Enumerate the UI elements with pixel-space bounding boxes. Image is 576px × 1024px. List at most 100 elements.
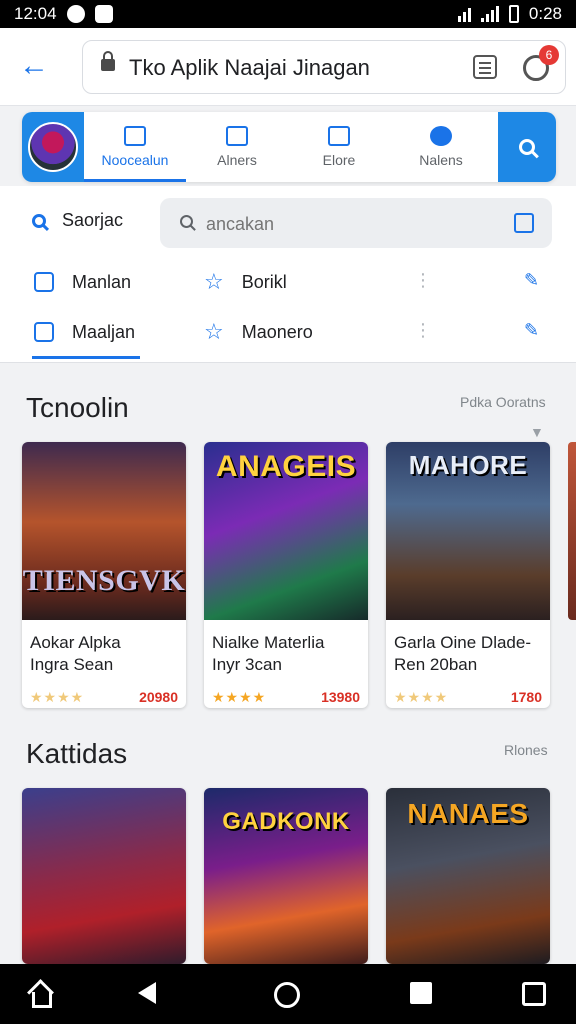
price: 13980: [321, 689, 360, 705]
game-name: Nialke Materlia Inyr 3can: [212, 633, 325, 674]
tab-3[interactable]: Nalens: [390, 112, 492, 182]
status-time: 12:04: [14, 4, 57, 23]
notification-badge: 6: [539, 45, 559, 65]
game-card[interactable]: [22, 788, 186, 964]
tab-0[interactable]: Noocealun: [84, 112, 186, 182]
pen-icon[interactable]: ✎: [524, 320, 539, 341]
checkbox-icon: [34, 322, 54, 342]
tab-label: Alners: [217, 152, 257, 168]
status-bar: 12:04 0:28: [0, 0, 576, 28]
filter-row: Manlan ☆ Borikl ⋮ ✎: [0, 262, 576, 302]
checkbox-icon: [34, 272, 54, 292]
category-nav: Noocealun Alners Elore Nalens: [22, 112, 556, 182]
image-icon: [328, 126, 350, 146]
rating-stars: ★★★★: [30, 688, 85, 705]
home-circle-icon[interactable]: [274, 982, 300, 1008]
game-card[interactable]: NANAES: [386, 788, 550, 964]
filter-label: Manlan: [72, 271, 132, 292]
filter-option[interactable]: Maaljan: [34, 312, 135, 352]
filter-label: Maonero: [241, 321, 313, 342]
game-cover-image: MAHORE: [386, 442, 550, 620]
filter-option[interactable]: ☆ Maonero: [204, 312, 313, 352]
cover-title: GADKONK: [222, 808, 350, 835]
search-input[interactable]: [204, 210, 498, 238]
more-icon[interactable]: ⋮: [414, 270, 432, 291]
active-tab-indicator: [84, 179, 186, 182]
edit-icon[interactable]: [514, 213, 534, 233]
game-cover-image: TIENSGVK: [22, 442, 186, 620]
battery-icon: [508, 5, 519, 23]
tab-label: Nalens: [419, 152, 463, 168]
recents-icon[interactable]: [410, 982, 432, 1004]
search-icon: [32, 213, 46, 228]
top-bar: ← Tko Aplik Naajai Jinagan 6: [0, 28, 576, 106]
pen-icon[interactable]: ✎: [524, 270, 539, 291]
filter-row: Maaljan ☆ Maonero ⋮ ✎: [0, 312, 576, 352]
star-icon: ☆: [204, 269, 224, 294]
search-field[interactable]: [160, 198, 552, 248]
cover-title: NANAES: [407, 798, 529, 829]
signal-icon: [480, 6, 499, 22]
game-cover-image: NANAES: [386, 788, 550, 964]
section-title: Tcnoolin: [26, 392, 129, 423]
card-footer: ★★★★ 20980: [22, 680, 186, 708]
search-icon: [180, 215, 193, 228]
game-name: Aokar Alpka Ingra Sean: [30, 633, 121, 674]
url-text: Tko Aplik Naajai Jinagan: [129, 55, 370, 80]
more-icon[interactable]: ⋮: [414, 320, 432, 341]
home-icon[interactable]: [28, 982, 56, 1010]
avatar[interactable]: [22, 112, 84, 182]
tab-1[interactable]: Alners: [186, 112, 288, 182]
search-label-row: Saorjac: [32, 210, 123, 231]
notification-icon: [66, 5, 85, 23]
cover-title: MAHORE: [408, 450, 528, 480]
filter-option[interactable]: ☆ Borikl: [204, 262, 287, 302]
screenshot-icon[interactable]: [522, 982, 546, 1006]
tab-label: Elore: [322, 152, 356, 168]
game-cover-image: ANAGEIS: [204, 442, 368, 620]
profile-icon: [430, 126, 452, 146]
price: 20980: [139, 689, 178, 705]
search-icon: [519, 139, 535, 155]
photo-icon: [94, 5, 113, 23]
filter-panel: Saorjac Manlan ☆ Borikl ⋮ ✎ Maaljan ☆ Ma…: [0, 186, 576, 363]
filter-option[interactable]: Manlan: [34, 262, 131, 302]
active-filter-indicator: [32, 356, 140, 359]
game-avatar-icon: [28, 122, 78, 172]
status-clock: 0:28: [528, 4, 562, 23]
store-icon: [124, 126, 146, 146]
game-card[interactable]: GADKONK: [204, 788, 368, 964]
search-button[interactable]: [498, 112, 556, 182]
rating-stars: ★★★★: [212, 688, 267, 705]
next-card-peek[interactable]: [568, 442, 576, 620]
section-more-link[interactable]: Pdka Ooratns: [460, 394, 546, 410]
filter-label: Borikl: [241, 271, 287, 292]
chevron-down-icon[interactable]: ▼: [530, 424, 544, 440]
address-bar[interactable]: Tko Aplik Naajai Jinagan 6: [82, 40, 566, 94]
game-card[interactable]: ANAGEIS Nialke Materlia Inyr 3can ★★★★ 1…: [204, 442, 368, 708]
section-more-link[interactable]: Rlones: [504, 742, 548, 758]
cover-title: TIENSGVK: [22, 564, 186, 597]
cover-title: ANAGEIS: [215, 450, 357, 483]
arrow-left-icon: ←: [19, 49, 49, 82]
card-footer: ★★★★ 1780: [386, 680, 550, 708]
tabs-icon[interactable]: [473, 55, 497, 79]
price: 1780: [510, 689, 542, 705]
back-button[interactable]: ←: [14, 46, 54, 86]
game-name: Garla Oine Dlade- Ren 20ban: [394, 633, 532, 674]
wifi-icon: [457, 6, 471, 22]
section-title: Kattidas: [26, 738, 128, 769]
game-card[interactable]: TIENSGVK Aokar Alpka Ingra Sean ★★★★ 209…: [22, 442, 186, 708]
back-icon[interactable]: [138, 982, 156, 1004]
game-card[interactable]: MAHORE Garla Oine Dlade- Ren 20ban ★★★★ …: [386, 442, 550, 708]
tab-2[interactable]: Elore: [288, 112, 390, 182]
game-cover-image: GADKONK: [204, 788, 368, 964]
filter-label: Maaljan: [72, 321, 136, 342]
star-icon: ☆: [204, 319, 224, 344]
rating-stars: ★★★★: [394, 688, 449, 705]
system-nav-bar: [0, 964, 576, 1024]
search-label: Saorjac: [62, 210, 124, 230]
lock-icon: [101, 51, 115, 71]
tag-icon: [226, 126, 248, 146]
tab-label: Noocealun: [101, 152, 169, 168]
